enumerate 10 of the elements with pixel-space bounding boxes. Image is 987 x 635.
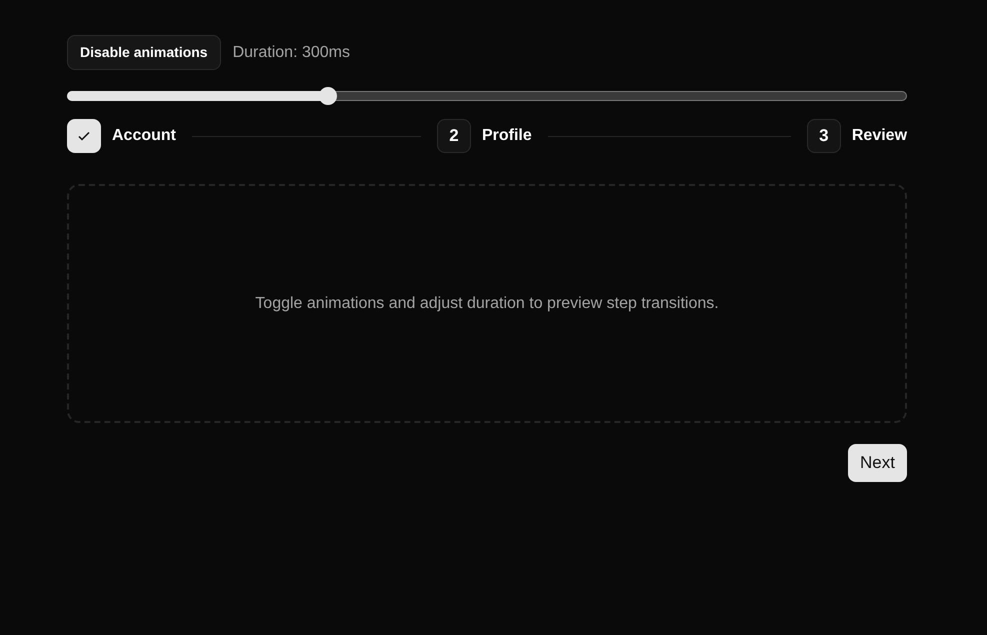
step-number: 3 — [806, 119, 841, 153]
step-label: Account — [112, 126, 176, 146]
disable-animations-button[interactable]: Disable animations — [67, 35, 221, 70]
step-label: Review — [852, 126, 908, 146]
step-number: 2 — [436, 119, 471, 153]
panel-text: Toggle animations and adjust duration to preview step transitions. — [255, 294, 719, 314]
duration-slider[interactable] — [67, 87, 907, 105]
step-label: Profile — [482, 126, 532, 146]
duration-label: Duration: 300ms — [232, 42, 350, 62]
next-button[interactable]: Next — [848, 444, 907, 482]
